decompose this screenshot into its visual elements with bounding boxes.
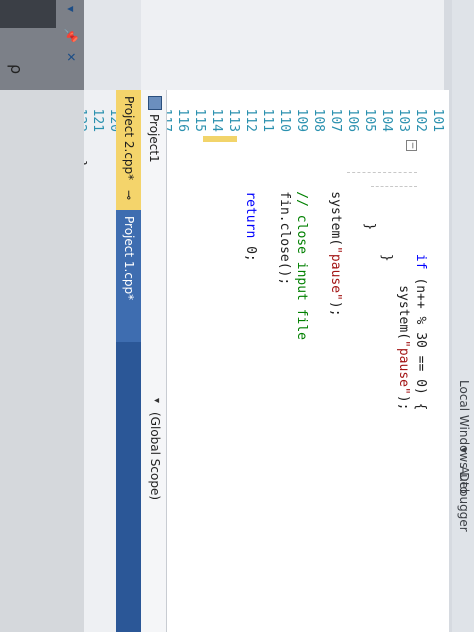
collapse-toggle-icon[interactable]: −	[406, 140, 417, 151]
tab-project-1[interactable]: Project 1.cpp*	[116, 210, 141, 342]
code-line[interactable]: // close input file	[294, 160, 309, 340]
tool-window	[0, 0, 84, 632]
chevron-down-icon[interactable]: ▾	[457, 447, 471, 453]
code-line[interactable]: }	[379, 160, 394, 262]
ide-window: Local Windows Debugger ▾ Auto − 101 102 i…	[0, 0, 474, 632]
code-line[interactable]: system("pause");	[328, 160, 343, 316]
config-dropdown[interactable]: Auto	[457, 466, 471, 494]
line-number: 107	[328, 108, 343, 132]
line-number: 111	[260, 108, 275, 132]
code-line[interactable]: }	[362, 160, 377, 231]
line-number: 101	[430, 108, 445, 132]
project-dropdown[interactable]: Project1	[147, 96, 162, 163]
line-number: 112	[243, 108, 258, 132]
line-number: 114	[209, 108, 224, 132]
scope-dropdown[interactable]: (Global Scope)	[148, 412, 162, 500]
tab-strip: Project 2.cpp* ⊸ ✕ Project 1.cpp*	[116, 0, 141, 632]
tab-project-2[interactable]: Project 2.cpp* ⊸ ✕	[116, 90, 141, 222]
line-number: 115	[192, 108, 207, 132]
line-number: 102	[413, 108, 428, 132]
pin-icon[interactable]: 📌	[64, 28, 78, 43]
line-number: 108	[311, 108, 326, 132]
toolbar: Local Windows Debugger ▾ Auto	[451, 0, 474, 632]
tab-label: Project 2.cpp*	[122, 96, 136, 181]
close-icon[interactable]: ✕	[64, 52, 78, 62]
change-marker	[220, 136, 237, 142]
line-number: 113	[226, 108, 241, 132]
photo-stage: Local Windows Debugger ▾ Auto − 101 102 i…	[0, 0, 474, 632]
chevron-down-icon[interactable]: ▾	[64, 6, 78, 12]
tab-label: Project 1.cpp*	[122, 216, 136, 301]
navigation-bar: Project1 ▾ (Global Scope)	[139, 90, 167, 632]
change-marker	[203, 136, 220, 142]
pin-icon[interactable]: ⊸	[122, 190, 136, 200]
code-line[interactable]: system("pause");	[396, 160, 411, 410]
line-number: 103	[396, 108, 411, 132]
line-number: 121	[90, 108, 105, 132]
search-icon[interactable]: ρ	[7, 64, 26, 74]
project-label: Project1	[147, 114, 161, 163]
code-line[interactable]: return 0;	[243, 160, 258, 261]
line-number: 106	[345, 108, 360, 132]
tool-window-edge	[0, 0, 56, 28]
line-number: 116	[175, 108, 190, 132]
line-number: 110	[277, 108, 292, 132]
code-line[interactable]: if (n++ % 30 == 0) {	[413, 160, 428, 411]
line-number: 104	[379, 108, 394, 132]
line-number: 109	[294, 108, 309, 132]
debugger-button[interactable]: Local Windows Debugger	[457, 380, 471, 532]
code-line[interactable]: fin.close();	[277, 160, 292, 285]
line-number: 105	[362, 108, 377, 132]
chevron-down-icon[interactable]: ▾	[151, 398, 162, 403]
project-icon	[148, 96, 162, 110]
